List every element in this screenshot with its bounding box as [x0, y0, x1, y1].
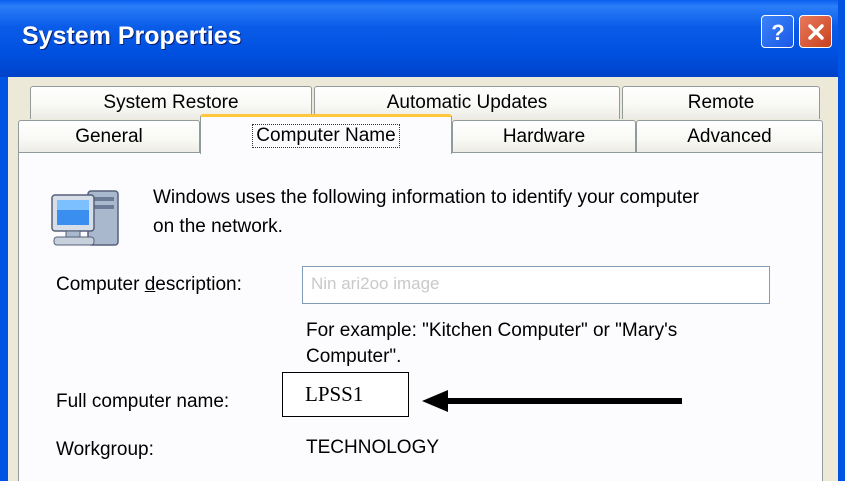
workgroup-label: Workgroup:	[56, 439, 154, 460]
example-text-line2: Computer".	[306, 346, 402, 367]
left-arrow-icon	[420, 389, 685, 417]
tab-label: Advanced	[687, 126, 772, 147]
workgroup-value: TECHNOLOGY	[306, 437, 440, 458]
tab-label: General	[75, 126, 143, 147]
svg-text:?: ?	[771, 20, 784, 44]
tab-label: System Restore	[103, 92, 239, 113]
tab-label: Remote	[687, 92, 755, 113]
example-text-line1: For example: "Kitchen Computer" or "Mary…	[306, 320, 678, 341]
computer-icon	[48, 185, 124, 253]
window-frame-right	[838, 0, 845, 481]
computer-description-input[interactable]: Nin ari2oo image	[302, 266, 770, 304]
tab-hardware[interactable]: Hardware	[452, 120, 636, 153]
intro-text-line1: Windows uses the following information t…	[153, 187, 699, 208]
close-x-icon	[806, 22, 826, 42]
computer-description-label: Computer description:	[56, 274, 242, 295]
tab-general[interactable]: General	[18, 120, 200, 153]
tab-label: Automatic Updates	[386, 92, 548, 113]
full-computer-name-label: Full computer name:	[56, 391, 230, 412]
help-button[interactable]: ?	[761, 15, 794, 48]
tab-remote[interactable]: Remote	[622, 86, 820, 119]
close-button[interactable]	[799, 15, 832, 48]
tab-label: Hardware	[502, 126, 586, 147]
help-question-icon: ?	[767, 20, 789, 44]
tab-advanced[interactable]: Advanced	[636, 120, 823, 153]
intro-text-line2: on the network.	[153, 216, 283, 237]
window-title: System Properties	[22, 22, 242, 50]
tab-label: Computer Name	[252, 123, 400, 148]
tab-computer-name[interactable]: Computer Name	[200, 114, 452, 154]
system-properties-window: System Properties ? System Restore Autom…	[0, 0, 845, 481]
title-bar[interactable]: System Properties ?	[0, 0, 845, 77]
full-computer-name-value: LPSS1	[282, 372, 409, 417]
